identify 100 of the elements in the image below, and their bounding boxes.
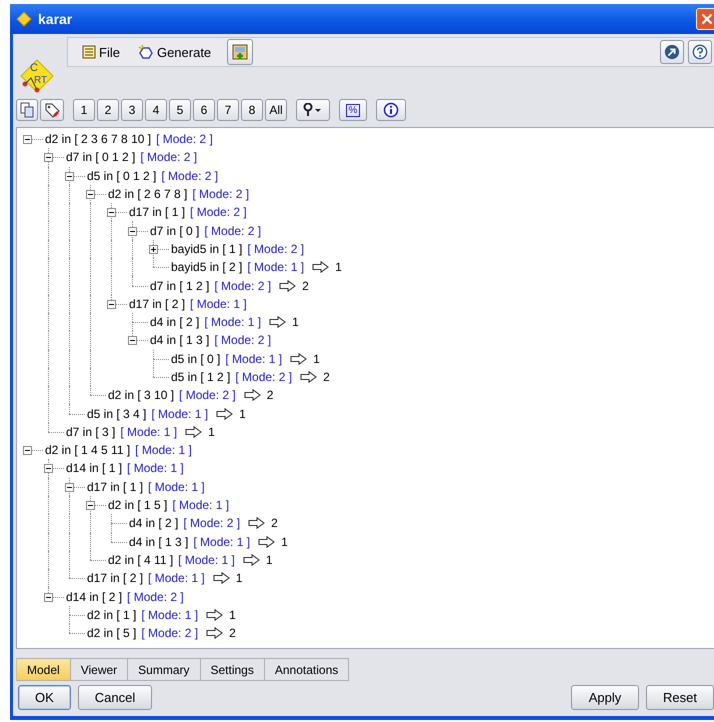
node-mode: [ Mode: 1 ] [148, 571, 205, 586]
collapse-icon[interactable] [86, 501, 95, 510]
node-mode: [ Mode: 2 ] [179, 388, 236, 402]
node-condition: d5 in [ 0 1 2 ] [87, 168, 156, 183]
level-button[interactable]: All [265, 99, 287, 121]
node-mode: [ Mode: 1 ] [247, 260, 304, 274]
collapse-icon[interactable] [44, 464, 53, 474]
node-mode: [ Mode: 1 ] [120, 424, 178, 439]
tab[interactable]: Annotations [264, 658, 350, 681]
dialog-button[interactable]: Reset [646, 685, 714, 710]
arrow-icon [216, 408, 234, 420]
node-mode: [ Mode: 1 ] [151, 406, 208, 421]
collapse-icon[interactable] [23, 135, 32, 144]
help-icon [692, 43, 708, 61]
arrow-icon [206, 608, 224, 621]
node-condition: d2 in [ 3 10 ] [108, 388, 174, 402]
expand-icon[interactable] [149, 244, 158, 254]
node-mode: [ Mode: 1 ] [148, 480, 205, 494]
arrow-icon [242, 554, 260, 566]
arrow-icon [185, 426, 202, 438]
hexagon-icon [138, 44, 154, 60]
level-button[interactable]: 6 [193, 99, 215, 121]
arrow-icon [300, 371, 318, 383]
collapse-icon[interactable] [86, 190, 95, 200]
level-button[interactable]: 1 [73, 99, 95, 121]
level-button[interactable]: 7 [217, 99, 239, 121]
arrow-icon [290, 352, 308, 365]
tab[interactable]: Summary [128, 658, 200, 681]
node-condition: d7 in [ 1 2 ] [150, 278, 210, 293]
node-mode: [ Mode: 1 ] [127, 461, 184, 476]
document-icon [82, 45, 96, 59]
diamond-icon [16, 11, 32, 27]
node-mode: [ Mode: 1 ] [225, 352, 282, 366]
tab[interactable]: Model [16, 658, 71, 681]
node-condition: d17 in [ 2 ] [87, 571, 144, 586]
tab[interactable]: Settings [200, 658, 265, 681]
node-condition: d4 in [ 2 ] [150, 315, 200, 330]
collapse-icon[interactable] [23, 446, 32, 456]
node-mode: [ Mode: 2 ] [183, 516, 240, 530]
level-button[interactable]: 2 [97, 99, 119, 121]
level-button[interactable]: 8 [241, 99, 263, 121]
dialog-button[interactable]: Cancel [78, 685, 152, 710]
menu-item[interactable]: Generate [136, 42, 214, 62]
node-condition: d2 in [ 4 11 ] [108, 552, 174, 567]
collapse-icon[interactable] [128, 336, 137, 346]
node-mode: [ Mode: 2 ] [247, 242, 304, 256]
close-icon[interactable] [696, 8, 714, 30]
collapse-icon[interactable] [44, 153, 53, 162]
node-condition: d14 in [ 2 ] [66, 590, 122, 604]
export-button[interactable] [227, 39, 254, 65]
node-condition: d2 in [ 1 4 5 11 ] [45, 443, 130, 458]
node-result: 2 [266, 388, 274, 402]
collapse-icon[interactable] [44, 592, 53, 602]
arrow-icon [244, 389, 261, 402]
tab[interactable]: Viewer [70, 658, 128, 681]
node-condition: d17 in [ 2 ] [129, 296, 186, 311]
dialog-button[interactable]: OK [18, 685, 71, 710]
node-result: 1 [335, 260, 342, 274]
level-button[interactable]: 3 [121, 99, 143, 121]
window-title: karar [38, 11, 72, 27]
collapse-icon[interactable] [107, 208, 116, 218]
node-mode: [ Mode: 1 ] [135, 443, 192, 458]
node-result: 1 [229, 608, 236, 622]
dialog-button[interactable]: Apply [571, 685, 639, 710]
node-condition: d2 in [ 5 ] [87, 626, 136, 640]
node-mode: [ Mode: 2 ] [156, 132, 213, 146]
node-condition: d5 in [ 1 2 ] [171, 370, 230, 384]
collapse-icon[interactable] [107, 300, 116, 309]
node-result: 1 [281, 534, 288, 549]
level-button[interactable]: 5 [169, 99, 191, 121]
node-mode: [ Mode: 1 ] [204, 315, 262, 330]
node-mode: [ Mode: 1 ] [190, 296, 247, 311]
node-mode: [ Mode: 2 ] [214, 278, 272, 293]
help-button[interactable] [688, 40, 712, 64]
arrow-icon [206, 627, 224, 640]
pin-dropdown[interactable] [296, 99, 330, 121]
info-button[interactable] [376, 99, 406, 121]
node-mode: [ Mode: 1 ] [141, 608, 198, 622]
level-button[interactable]: 4 [145, 99, 167, 121]
arrow-icon [312, 261, 330, 274]
copy-button[interactable] [16, 99, 38, 121]
pin-icon [303, 103, 323, 117]
collapse-icon[interactable] [65, 172, 74, 181]
node-mode: [ Mode: 2 ] [214, 333, 272, 348]
collapse-icon[interactable] [128, 226, 137, 236]
node-mode: [ Mode: 2 ] [161, 168, 218, 183]
percent-button[interactable]: % [339, 99, 367, 121]
node-mode: [ Mode: 2 ] [140, 150, 198, 164]
database-icon [231, 43, 250, 61]
node-condition: d4 in [ 1 3 ] [150, 333, 210, 348]
collapse-icon[interactable] [65, 482, 74, 492]
node-condition: d17 in [ 1 ] [129, 205, 186, 220]
tag-button[interactable] [40, 99, 64, 121]
node-condition: d7 in [ 0 1 2 ] [66, 150, 136, 164]
launch-button[interactable] [660, 40, 684, 64]
node-mode: [ Mode: 2 ] [204, 224, 262, 238]
node-condition: d4 in [ 1 3 ] [129, 534, 188, 549]
menu-item[interactable]: File [80, 42, 122, 62]
node-result: 1 [208, 424, 215, 439]
arrow-icon [279, 280, 296, 292]
